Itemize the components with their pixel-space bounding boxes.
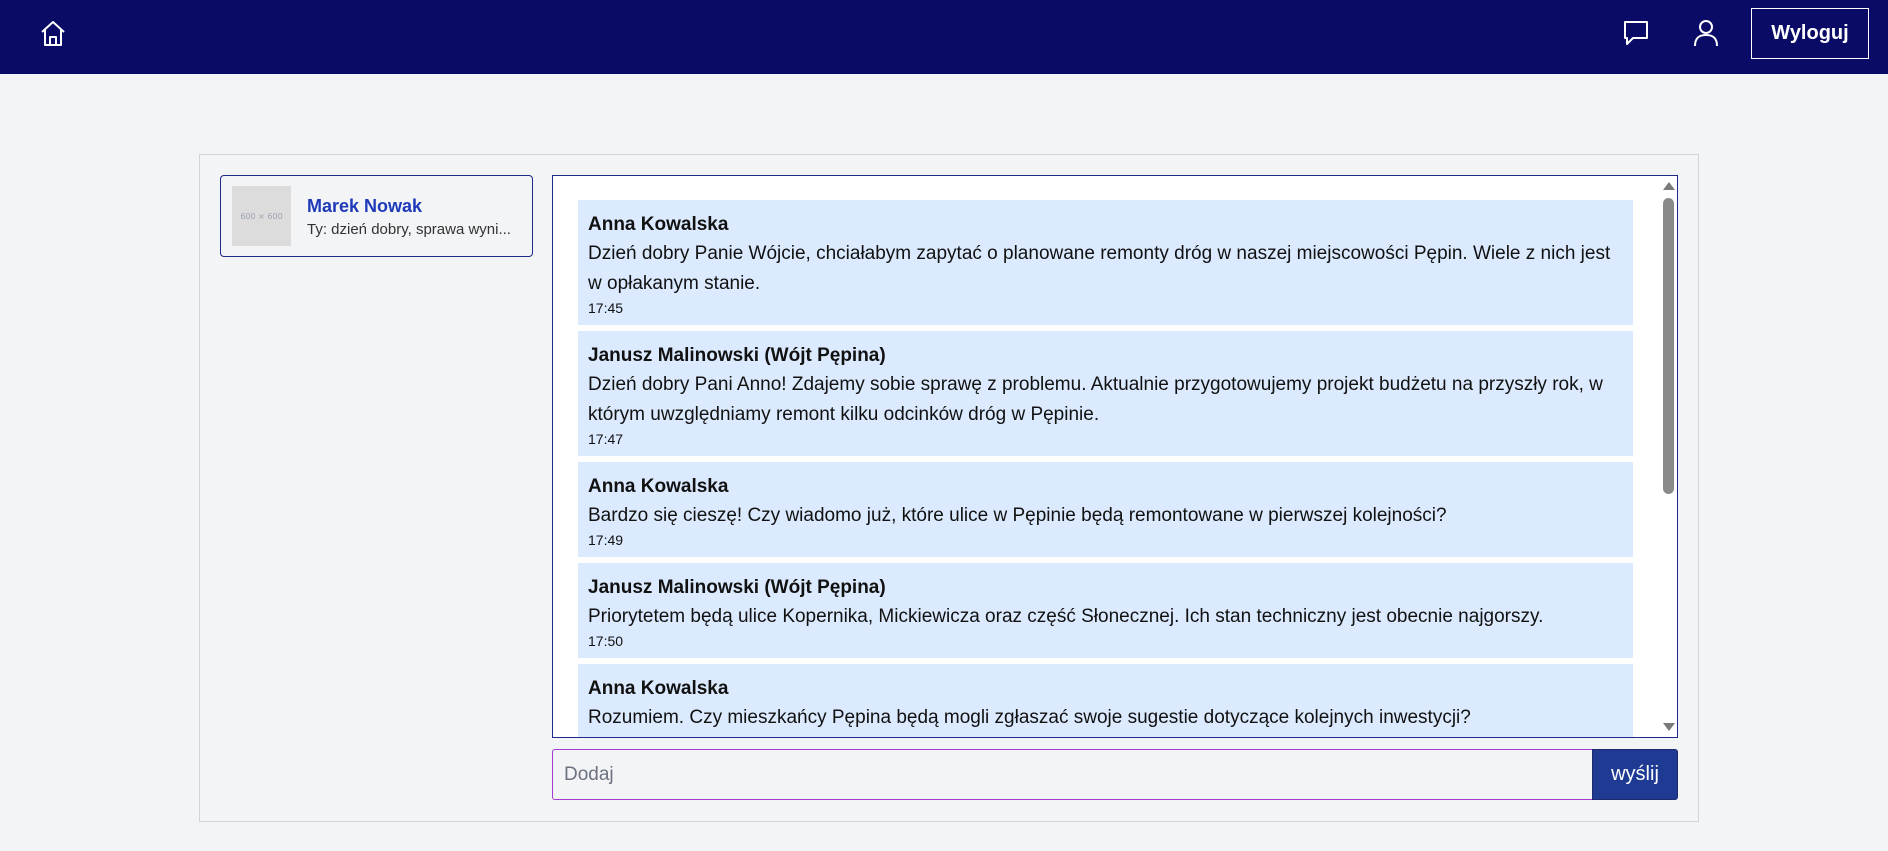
message-author: Anna Kowalska bbox=[588, 678, 729, 699]
message-text: Bardzo się cieszę! Czy wiadomo już, któr… bbox=[588, 505, 1447, 526]
message: Anna Kowalska Rozumiem. Czy mieszkańcy P… bbox=[578, 664, 1633, 737]
message: Janusz Malinowski (Wójt Pępina) Dzień do… bbox=[578, 331, 1633, 456]
message-author: Janusz Malinowski (Wójt Pępina) bbox=[588, 577, 886, 598]
home-icon[interactable] bbox=[36, 17, 70, 51]
scrollbar-thumb[interactable] bbox=[1663, 198, 1674, 494]
message-text: Rozumiem. Czy mieszkańcy Pępina będą mog… bbox=[588, 707, 1471, 728]
avatar: 600 × 600 bbox=[232, 186, 291, 246]
chat-icon[interactable] bbox=[1619, 16, 1653, 50]
messages-scrollbar[interactable] bbox=[1660, 176, 1677, 737]
message-time: 17:50 bbox=[588, 633, 624, 649]
top-navbar: Wyloguj bbox=[0, 0, 1888, 74]
messenger-panel: 600 × 600 Marek Nowak Ty: dzień dobry, s… bbox=[199, 154, 1699, 822]
message-author: Janusz Malinowski (Wójt Pępina) bbox=[588, 345, 886, 366]
message-text: Dzień dobry Pani Anno! Zdajemy sobie spr… bbox=[588, 374, 1603, 425]
message-text: Dzień dobry Panie Wójcie, chciałabym zap… bbox=[588, 243, 1611, 294]
message-input[interactable] bbox=[552, 749, 1592, 800]
conversation-preview: Ty: dzień dobry, sprawa wyni... bbox=[307, 221, 511, 238]
messages-area[interactable]: Anna Kowalska Dzień dobry Panie Wójcie, … bbox=[552, 175, 1678, 738]
send-button[interactable]: wyślij bbox=[1592, 749, 1678, 800]
message-list: Anna Kowalska Dzień dobry Panie Wójcie, … bbox=[578, 200, 1633, 737]
message-author: Anna Kowalska bbox=[588, 476, 729, 497]
message-text: Priorytetem będą ulice Kopernika, Mickie… bbox=[588, 606, 1544, 627]
message-time: 17:49 bbox=[588, 532, 624, 548]
message: Janusz Malinowski (Wójt Pępina) Prioryte… bbox=[578, 563, 1633, 658]
conversation-name: Marek Nowak bbox=[307, 196, 423, 216]
message-time: 17:47 bbox=[588, 431, 624, 447]
message-time: 17:45 bbox=[588, 300, 624, 316]
conversation-item[interactable]: 600 × 600 Marek Nowak Ty: dzień dobry, s… bbox=[220, 175, 533, 257]
message: Anna Kowalska Dzień dobry Panie Wójcie, … bbox=[578, 200, 1633, 325]
message-author: Anna Kowalska bbox=[588, 214, 729, 235]
scroll-up-arrow-icon[interactable] bbox=[1663, 182, 1675, 190]
composer: wyślij bbox=[552, 749, 1678, 800]
message: Anna Kowalska Bardzo się cieszę! Czy wia… bbox=[578, 462, 1633, 557]
user-icon[interactable] bbox=[1689, 16, 1723, 50]
scroll-down-arrow-icon[interactable] bbox=[1663, 723, 1675, 731]
logout-button[interactable]: Wyloguj bbox=[1751, 8, 1869, 59]
